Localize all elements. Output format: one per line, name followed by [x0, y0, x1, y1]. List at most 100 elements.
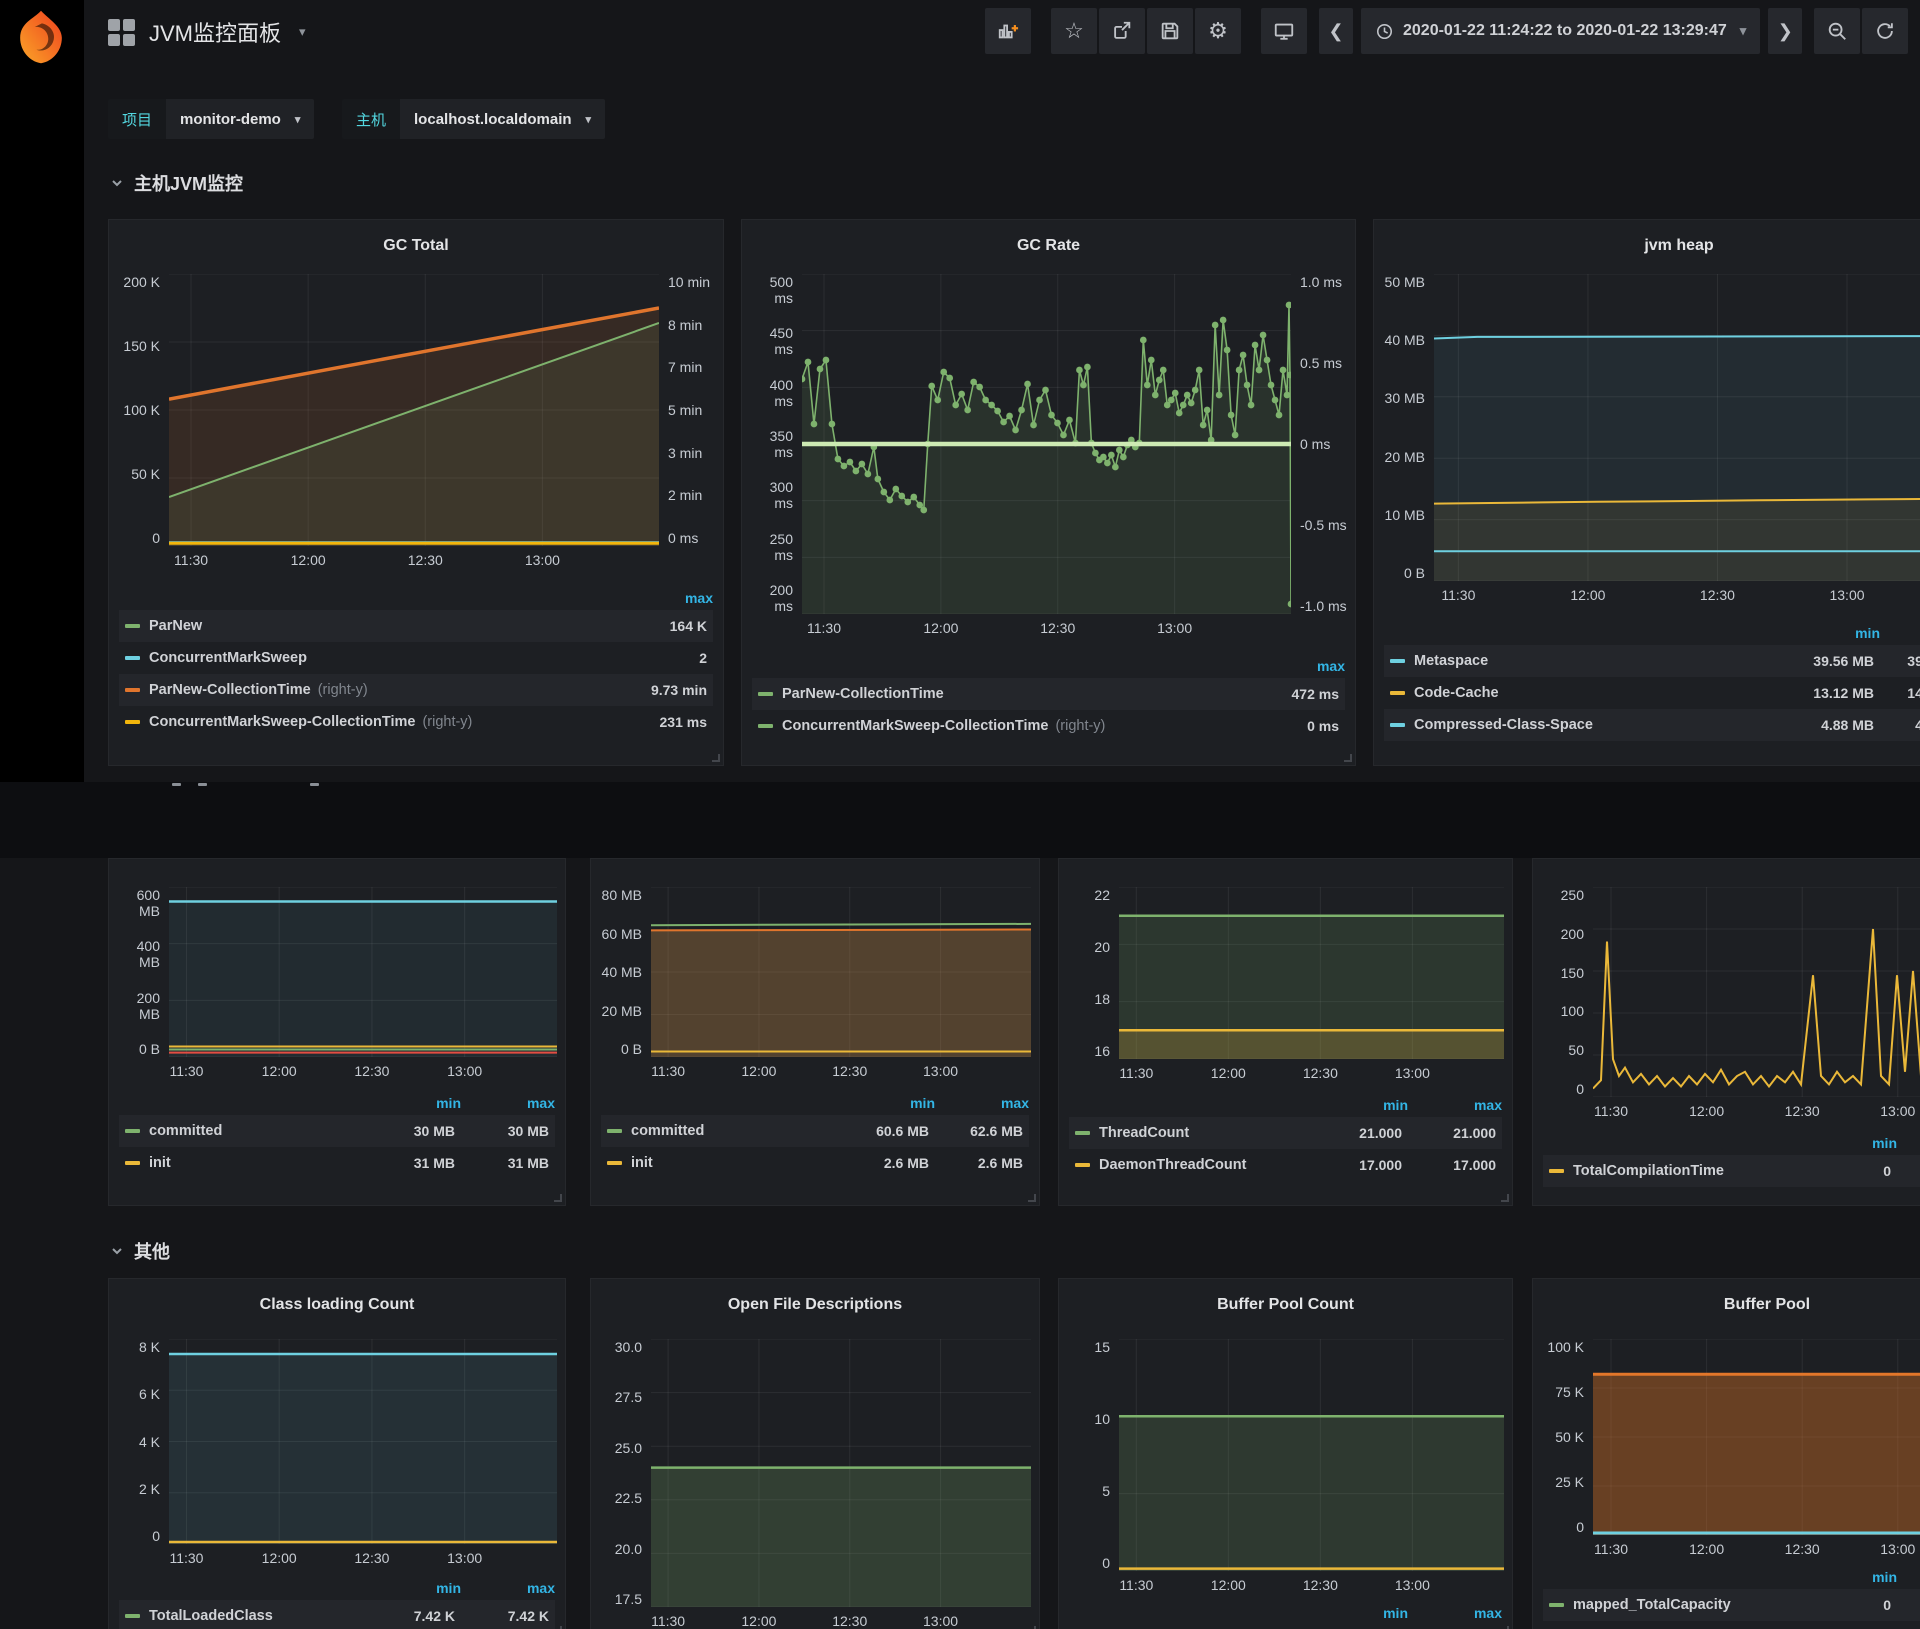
settings-button[interactable]: ⚙: [1195, 8, 1241, 54]
y-tick: 60 MB: [599, 926, 642, 942]
legend-column-header[interactable]: min: [1803, 1569, 1897, 1585]
star-button[interactable]: ☆: [1051, 8, 1097, 54]
panel-title[interactable]: GC Rate: [750, 226, 1347, 266]
zoom-out-button[interactable]: [1814, 8, 1860, 54]
legend-row[interactable]: Metaspace 39.56 MB39.98 MB: [1384, 645, 1920, 677]
legend-row[interactable]: Code-Cache 13.12 MB14.80 MB: [1384, 677, 1920, 709]
x-axis: 11:3012:0012:3013:00: [1593, 1097, 1920, 1121]
legend-column-header[interactable]: max: [1408, 1097, 1502, 1113]
grafana-logo-icon[interactable]: [12, 8, 70, 66]
chart-plot-area[interactable]: 11:3012:0012:3013:00: [169, 1339, 557, 1544]
legend-row[interactable]: committed 30 MB30 MB: [119, 1115, 555, 1147]
x-tick: 12:00: [262, 1063, 297, 1079]
series-color-swatch: [607, 1129, 622, 1133]
legend-row[interactable]: TotalCompilationTime 0: [1543, 1155, 1920, 1187]
panel-title[interactable]: Open File Descriptions: [599, 1285, 1031, 1325]
save-button[interactable]: [1147, 8, 1193, 54]
chart-plot-area[interactable]: 11:3012:0012:3013:00: [802, 274, 1291, 614]
variable-host-select[interactable]: localhost.localdomain ▾: [400, 99, 605, 139]
legend-column-header[interactable]: max: [1251, 658, 1345, 674]
panel-title[interactable]: jvm heap: [1382, 226, 1920, 266]
legend-column-header[interactable]: min: [367, 1095, 461, 1111]
legend-row[interactable]: DaemonThreadCount 17.00017.000: [1069, 1149, 1502, 1181]
legend-column-header[interactable]: min: [367, 1580, 461, 1596]
legend-column-header[interactable]: max: [461, 1095, 555, 1111]
legend-column-header[interactable]: min: [1314, 1097, 1408, 1113]
time-range-text: 2020-01-22 11:24:22 to 2020-01-22 13:29:…: [1403, 22, 1727, 40]
legend-column-header[interactable]: min: [1786, 625, 1880, 641]
y-tick: 100 K: [1541, 1339, 1584, 1355]
legend-column-header[interactable]: min: [841, 1095, 935, 1111]
legend-column-header[interactable]: max: [461, 1580, 555, 1596]
y-tick: 20.0: [599, 1541, 642, 1557]
legend-row[interactable]: init 31 MB31 MB: [119, 1147, 555, 1179]
panel-title[interactable]: GC Total: [117, 226, 715, 266]
refresh-button[interactable]: [1862, 8, 1908, 54]
cycle-view-button[interactable]: [1261, 8, 1307, 54]
dashboard-title[interactable]: JVM监控面板: [149, 16, 281, 48]
legend-row[interactable]: ConcurrentMarkSweep-CollectionTime (righ…: [119, 706, 713, 738]
y-tick: 22.5: [599, 1490, 642, 1506]
panel-title[interactable]: Buffer Pool Count: [1067, 1285, 1504, 1325]
legend-row[interactable]: ParNew 164 K: [119, 610, 713, 642]
chevron-down-icon: [110, 176, 124, 190]
x-axis: 11:3012:0012:3013:00: [1434, 581, 1920, 605]
clipped-legend-fragment: [310, 783, 319, 786]
legend-column-header[interactable]: max: [1880, 625, 1920, 641]
x-tick: 12:30: [354, 1550, 389, 1566]
legend-row[interactable]: TotalLoadedClass 7.42 K7.42 K: [119, 1600, 555, 1629]
chart-plot-area[interactable]: 11:3012:0012:3013:00: [1434, 274, 1920, 581]
share-button[interactable]: [1099, 8, 1145, 54]
time-forward-button[interactable]: ❯: [1768, 8, 1802, 54]
legend-column-header[interactable]: min: [1314, 1605, 1408, 1621]
x-tick: 12:00: [1570, 587, 1605, 603]
time-range-picker[interactable]: 2020-01-22 11:24:22 to 2020-01-22 13:29:…: [1361, 8, 1760, 54]
chart-plot-area[interactable]: 11:3012:0012:3013:00: [1119, 1339, 1504, 1571]
y-tick: 20: [1067, 939, 1110, 955]
y-tick: 10: [1067, 1411, 1110, 1427]
chart-plot-area[interactable]: 11:3012:0012:3013:00: [651, 1339, 1031, 1607]
legend-column-header[interactable]: max: [619, 590, 713, 606]
y-tick: 500 ms: [750, 274, 793, 306]
chart-plot-area[interactable]: 11:3012:0012:3013:00: [169, 274, 659, 546]
chart-plot-area[interactable]: 11:3012:0012:3013:00: [1119, 887, 1504, 1059]
y-tick: 100 K: [117, 402, 160, 418]
panel-title[interactable]: Buffer Pool: [1541, 1285, 1920, 1325]
x-tick: 12:30: [408, 552, 443, 568]
chart-plot-area[interactable]: 11:3012:0012:3013:00: [169, 887, 557, 1057]
x-tick: 11:30: [1119, 1065, 1153, 1081]
y-tick: 20 MB: [1382, 449, 1425, 465]
row-header-jvm[interactable]: 主机JVM监控: [110, 170, 243, 196]
legend-row[interactable]: committed 60.6 MB62.6 MB: [601, 1115, 1029, 1147]
y-tick: 200: [1541, 926, 1584, 942]
legend-row[interactable]: ParNew-CollectionTime (right-y) 9.73 min: [119, 674, 713, 706]
x-tick: 13:00: [1157, 620, 1192, 636]
panel-title[interactable]: Class loading Count: [117, 1285, 557, 1325]
legend-row[interactable]: ConcurrentMarkSweep 2: [119, 642, 713, 674]
y-tick: 150: [1541, 965, 1584, 981]
legend-row[interactable]: init 2.6 MB2.6 MB: [601, 1147, 1029, 1179]
series-color-swatch: [1390, 691, 1405, 695]
x-tick: 12:00: [923, 620, 958, 636]
chart-plot-area[interactable]: 11:3012:0012:3013:00: [1593, 1339, 1920, 1535]
legend-row[interactable]: Compressed-Class-Space 4.88 MB4.88 MB: [1384, 709, 1920, 741]
row-header-other[interactable]: 其他: [110, 1238, 170, 1264]
x-tick: 11:30: [1594, 1541, 1628, 1557]
x-tick: 13:00: [1880, 1103, 1915, 1119]
chart-plot-area[interactable]: 11:3012:0012:3013:00: [651, 887, 1031, 1057]
y-tick: 20 MB: [599, 1003, 642, 1019]
time-back-button[interactable]: ❮: [1319, 8, 1353, 54]
legend-row[interactable]: ThreadCount 21.00021.000: [1069, 1117, 1502, 1149]
legend-column-header[interactable]: min: [1803, 1135, 1897, 1151]
add-panel-button[interactable]: [985, 8, 1031, 54]
legend-row[interactable]: ParNew-CollectionTime 472 ms: [752, 678, 1345, 710]
legend-column-header[interactable]: max: [1408, 1605, 1502, 1621]
chart-plot-area[interactable]: 11:3012:0012:3013:00: [1593, 887, 1920, 1097]
legend-column-header[interactable]: max: [935, 1095, 1029, 1111]
legend-row[interactable]: ConcurrentMarkSweep-CollectionTime (righ…: [752, 710, 1345, 742]
y-tick: 350 ms: [750, 428, 793, 460]
x-tick: 11:30: [651, 1613, 685, 1629]
dashboard-caret-icon[interactable]: ▾: [299, 24, 306, 40]
legend-row[interactable]: mapped_TotalCapacity 0: [1543, 1589, 1920, 1621]
variable-project-select[interactable]: monitor-demo ▾: [166, 99, 314, 139]
